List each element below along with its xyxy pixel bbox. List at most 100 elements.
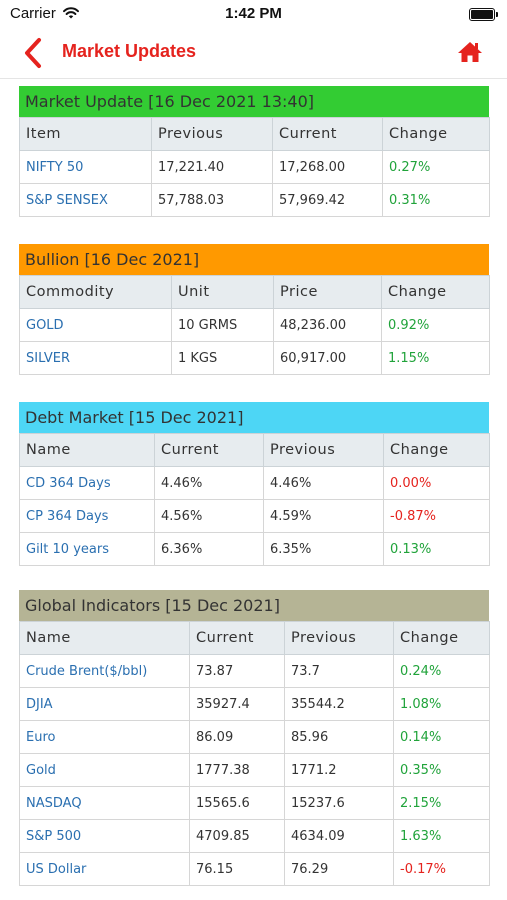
home-icon [458,42,482,62]
current-value: 1777.38 [189,753,285,787]
previous-value: 15237.6 [284,786,394,820]
change-value: 0.14% [393,720,490,754]
previous-value: 35544.2 [284,687,394,721]
current-value: 73.87 [189,654,285,688]
table-header-row: Name Current Previous Change [19,433,490,467]
current-value: 4.46% [154,466,264,500]
previous-value: 85.96 [284,720,394,754]
change-value: -0.87% [383,499,490,533]
commodity-name-link[interactable]: GOLD [19,308,172,342]
column-header: Commodity [19,275,172,309]
item-name-link[interactable]: S&P SENSEX [19,183,152,217]
change-value: 1.15% [381,341,490,375]
change-value: 2.15% [393,786,490,820]
current-value: 76.15 [189,852,285,886]
unit-value: 10 GRMS [171,308,274,342]
column-header: Change [393,621,490,655]
column-header: Current [189,621,285,655]
table-row[interactable]: DJIA 35927.4 35544.2 1.08% [19,687,490,721]
previous-value: 57,788.03 [151,183,273,217]
column-header: Unit [171,275,274,309]
previous-value: 1771.2 [284,753,394,787]
instrument-name-link[interactable]: CP 364 Days [19,499,155,533]
column-header: Name [19,433,155,467]
column-header: Previous [263,433,384,467]
market-update-section: Market Update [16 Dec 2021 13:40] Item P… [19,86,490,217]
change-value: 1.63% [393,819,490,853]
column-header: Change [381,275,490,309]
column-header: Previous [284,621,394,655]
current-value: 86.09 [189,720,285,754]
indicator-name-link[interactable]: NASDAQ [19,786,190,820]
current-value: 15565.6 [189,786,285,820]
column-header: Previous [151,117,273,151]
global-indicators-table: Name Current Previous Change Crude Brent… [19,621,490,886]
previous-value: 6.35% [263,532,384,566]
price-value: 60,917.00 [273,341,382,375]
previous-value: 4634.09 [284,819,394,853]
debt-market-section: Debt Market [15 Dec 2021] Name Current P… [19,402,490,566]
table-row[interactable]: NIFTY 50 17,221.40 17,268.00 0.27% [19,150,490,184]
home-button[interactable] [457,40,483,64]
change-value: 0.35% [393,753,490,787]
previous-value: 17,221.40 [151,150,273,184]
current-value: 35927.4 [189,687,285,721]
indicator-name-link[interactable]: Euro [19,720,190,754]
indicator-name-link[interactable]: Crude Brent($/bbl) [19,654,190,688]
global-indicators-header: Global Indicators [15 Dec 2021] [19,590,489,621]
bullion-section: Bullion [16 Dec 2021] Commodity Unit Pri… [19,244,490,375]
change-value: 0.27% [382,150,490,184]
back-button[interactable] [20,36,48,70]
column-header: Change [383,433,490,467]
table-row[interactable]: Gilt 10 years 6.36% 6.35% 0.13% [19,532,490,566]
change-value: 0.31% [382,183,490,217]
battery-icon [469,8,498,21]
table-row[interactable]: CP 364 Days 4.56% 4.59% -0.87% [19,499,490,533]
table-row[interactable]: NASDAQ 15565.6 15237.6 2.15% [19,786,490,820]
table-row[interactable]: SILVER 1 KGS 60,917.00 1.15% [19,341,490,375]
item-name-link[interactable]: NIFTY 50 [19,150,152,184]
column-header: Current [154,433,264,467]
previous-value: 4.59% [263,499,384,533]
previous-value: 73.7 [284,654,394,688]
table-row[interactable]: US Dollar 76.15 76.29 -0.17% [19,852,490,886]
instrument-name-link[interactable]: Gilt 10 years [19,532,155,566]
table-row[interactable]: Gold 1777.38 1771.2 0.35% [19,753,490,787]
current-value: 17,268.00 [272,150,383,184]
previous-value: 4.46% [263,466,384,500]
indicator-name-link[interactable]: Gold [19,753,190,787]
table-row[interactable]: Euro 86.09 85.96 0.14% [19,720,490,754]
table-row[interactable]: GOLD 10 GRMS 48,236.00 0.92% [19,308,490,342]
current-value: 6.36% [154,532,264,566]
table-row[interactable]: S&P SENSEX 57,788.03 57,969.42 0.31% [19,183,490,217]
market-update-header: Market Update [16 Dec 2021 13:40] [19,86,489,117]
table-row[interactable]: Crude Brent($/bbl) 73.87 73.7 0.24% [19,654,490,688]
indicator-name-link[interactable]: DJIA [19,687,190,721]
column-header: Price [273,275,382,309]
table-row[interactable]: S&P 500 4709.85 4634.09 1.63% [19,819,490,853]
change-value: -0.17% [393,852,490,886]
table-header-row: Commodity Unit Price Change [19,275,490,309]
instrument-name-link[interactable]: CD 364 Days [19,466,155,500]
clock-time: 1:42 PM [225,5,282,22]
status-bar: Carrier 1:42 PM [0,0,507,28]
current-value: 4709.85 [189,819,285,853]
change-value: 0.24% [393,654,490,688]
indicator-name-link[interactable]: S&P 500 [19,819,190,853]
bullion-table: Commodity Unit Price Change GOLD 10 GRMS… [19,275,490,375]
change-value: 0.92% [381,308,490,342]
global-indicators-section: Global Indicators [15 Dec 2021] Name Cur… [19,590,490,886]
price-value: 48,236.00 [273,308,382,342]
change-value: 0.00% [383,466,490,500]
column-header: Change [382,117,490,151]
indicator-name-link[interactable]: US Dollar [19,852,190,886]
table-row[interactable]: CD 364 Days 4.46% 4.46% 0.00% [19,466,490,500]
previous-value: 76.29 [284,852,394,886]
column-header: Name [19,621,190,655]
unit-value: 1 KGS [171,341,274,375]
debt-market-table: Name Current Previous Change CD 364 Days… [19,433,490,566]
commodity-name-link[interactable]: SILVER [19,341,172,375]
navigation-bar: Market Updates [0,28,507,79]
chevron-left-icon [25,38,41,68]
page-title: Market Updates [62,41,197,61]
